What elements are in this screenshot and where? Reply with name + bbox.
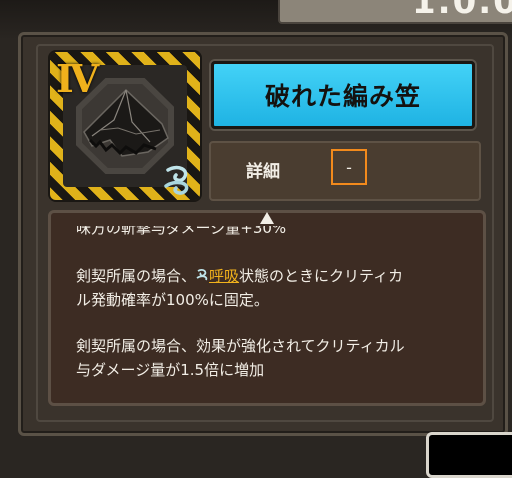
description-paragraph-1: 剣契所属の場合、 呼吸状態のときにクリティカ ル発動確率が100%に固定。 xyxy=(76,267,404,309)
item-name-button[interactable]: 破れた編み笠 xyxy=(211,61,475,129)
bottom-right-button[interactable] xyxy=(426,432,512,478)
item-name: 破れた編み笠 xyxy=(264,82,421,111)
wind-swirl-icon xyxy=(164,165,189,195)
keyword-breath-link[interactable]: 呼吸 xyxy=(209,267,239,285)
rank-badge: Ⅳ xyxy=(56,56,99,101)
scroll-up-arrow-icon[interactable] xyxy=(260,212,274,224)
header-number: 1.0.0 xyxy=(412,0,512,22)
details-value-box[interactable]: - xyxy=(331,149,367,185)
details-label: 詳細 xyxy=(246,162,280,182)
details-value: - xyxy=(346,157,352,177)
keyword-swirl-icon xyxy=(196,269,208,281)
description-partial-line: 味方の斬撃与ダメージ量+30% xyxy=(76,226,287,237)
description-paragraph-2: 剣契所属の場合、効果が強化されてクリティカル 与ダメージ量が1.5倍に増加 xyxy=(76,337,405,379)
